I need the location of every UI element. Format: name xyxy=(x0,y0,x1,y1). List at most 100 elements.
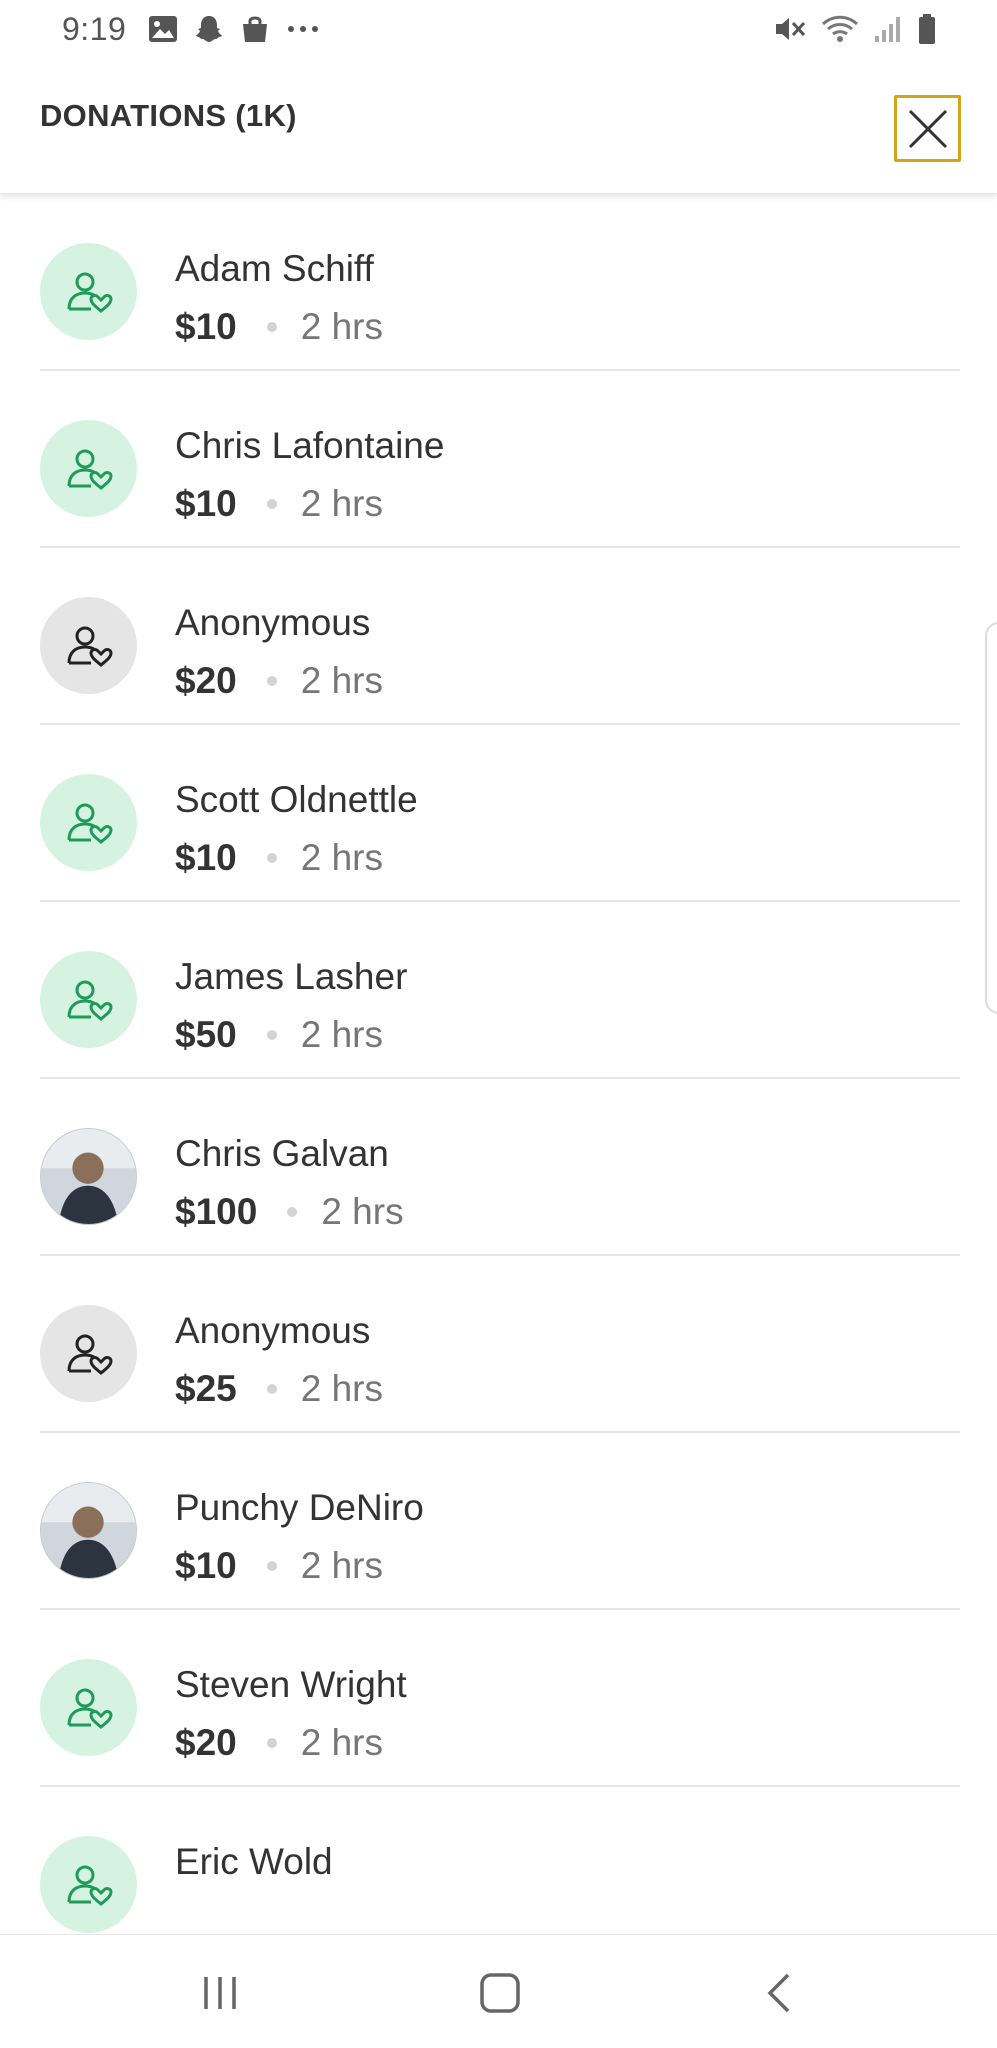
donation-meta: $10 2 hrs xyxy=(175,1545,383,1587)
donations-list[interactable]: $412 hrs Adam Schiff$102 hrs Chris Lafon… xyxy=(0,194,997,1934)
profile-photo-icon xyxy=(41,1129,136,1224)
donation-row[interactable]: Anonymous $25 2 hrs xyxy=(40,1256,960,1433)
recent-apps-icon xyxy=(204,1977,236,2009)
donor-name: James Lasher xyxy=(175,956,408,997)
shopping-bag-icon xyxy=(243,16,268,42)
donor-avatar xyxy=(40,243,137,340)
donation-meta: $20 2 hrs xyxy=(175,1722,383,1764)
donation-meta: $20 2 hrs xyxy=(175,660,383,702)
system-status-icons xyxy=(773,13,937,45)
donor-heart-icon xyxy=(67,1865,113,1906)
donation-row[interactable]: James Lasher $50 2 hrs xyxy=(40,902,960,1079)
donation-time: 2 hrs xyxy=(300,1545,383,1586)
status-bar: 9:19 xyxy=(0,0,997,58)
donor-avatar xyxy=(40,774,137,871)
donor-avatar xyxy=(40,1659,137,1756)
donation-amount: $25 xyxy=(175,1368,237,1409)
donor-name: Anonymous xyxy=(175,1310,371,1351)
signal-icon xyxy=(875,17,900,42)
donation-time: 2 hrs xyxy=(300,1722,383,1763)
donor-avatar xyxy=(40,1305,137,1402)
donor-photo-avatar xyxy=(40,1482,137,1579)
donation-row[interactable]: Chris Lafontaine $10 2 hrs xyxy=(40,371,960,548)
separator-dot xyxy=(266,676,277,686)
donation-amount: $20 xyxy=(175,1722,237,1763)
donor-name: Punchy DeNiro xyxy=(175,1487,424,1528)
donor-heart-icon xyxy=(67,1334,113,1375)
mute-icon xyxy=(776,18,806,40)
wifi-icon xyxy=(821,15,859,42)
close-icon xyxy=(908,109,947,148)
donation-row[interactable]: Anonymous $20 2 hrs xyxy=(40,548,960,725)
donor-avatar xyxy=(40,420,137,517)
donation-meta: $100 2 hrs xyxy=(175,1191,404,1233)
donation-time: 2 hrs xyxy=(300,306,383,347)
donation-meta: $10 2 hrs xyxy=(175,837,383,879)
page-title: DONATIONS (1K) xyxy=(40,98,297,133)
donation-amount: $10 xyxy=(175,483,237,524)
separator-dot xyxy=(266,322,277,332)
donation-meta: $50 2 hrs xyxy=(175,1014,383,1056)
donor-avatar xyxy=(40,1836,137,1933)
battery-icon xyxy=(919,14,935,44)
donation-row[interactable]: Adam Schiff $10 2 hrs xyxy=(40,194,960,371)
donor-name: Chris Galvan xyxy=(175,1133,389,1174)
snapchat-icon xyxy=(196,16,223,42)
navigation-bar xyxy=(0,1934,997,2048)
home-icon xyxy=(480,1973,520,2013)
separator-dot xyxy=(287,1207,298,1217)
donor-heart-icon xyxy=(67,803,113,844)
donation-amount: $100 xyxy=(175,1191,258,1232)
back-icon xyxy=(767,1973,790,2013)
donations-header: DONATIONS (1K) xyxy=(0,58,997,194)
donor-heart-icon xyxy=(67,626,113,667)
donor-name: Anonymous xyxy=(175,602,371,643)
separator-dot xyxy=(266,1030,277,1040)
donation-row[interactable]: Scott Oldnettle $10 2 hrs xyxy=(40,725,960,902)
donation-meta: $10 2 hrs xyxy=(175,483,383,525)
donation-time: 2 hrs xyxy=(321,1191,404,1232)
donation-row[interactable]: Chris Galvan $100 2 hrs xyxy=(40,1079,960,1256)
home-button[interactable] xyxy=(460,1963,540,2023)
donation-amount: $20 xyxy=(175,660,237,701)
donor-name: Adam Schiff xyxy=(175,248,374,289)
profile-photo-icon xyxy=(41,1483,136,1578)
donation-amount: $50 xyxy=(175,1014,237,1055)
donation-time: 2 hrs xyxy=(300,1368,383,1409)
donations-screen: 9:19 DONATIONS (1K) Adam Schiff $10 2 hr… xyxy=(0,0,997,2048)
separator-dot xyxy=(266,1384,277,1394)
status-time: 9:19 xyxy=(62,10,127,47)
donor-heart-icon xyxy=(67,1688,113,1729)
donor-name: Steven Wright xyxy=(175,1664,407,1705)
donation-time: 2 hrs xyxy=(300,837,383,878)
donation-time: 2 hrs xyxy=(300,660,383,701)
donation-time: 2 hrs xyxy=(300,483,383,524)
more-icon xyxy=(288,26,319,32)
donor-photo-avatar xyxy=(40,1128,137,1225)
donations-list-inner: $412 hrs Adam Schiff$102 hrs Chris Lafon… xyxy=(0,194,997,1934)
donor-avatar xyxy=(40,597,137,694)
notification-icons xyxy=(148,14,320,44)
back-button[interactable] xyxy=(740,1963,820,2023)
close-button[interactable] xyxy=(894,95,961,162)
donor-name: Eric Wold xyxy=(175,1841,333,1882)
separator-dot xyxy=(266,499,277,509)
donor-name: Scott Oldnettle xyxy=(175,779,418,820)
donor-avatar xyxy=(40,951,137,1048)
donor-heart-icon xyxy=(67,272,113,313)
donor-heart-icon xyxy=(67,449,113,490)
donation-meta: $10 2 hrs xyxy=(175,306,383,348)
recent-apps-button[interactable] xyxy=(180,1963,260,2023)
scroll-handle[interactable] xyxy=(985,622,997,1014)
separator-dot xyxy=(266,1738,277,1748)
donation-row[interactable]: Steven Wright $20 2 hrs xyxy=(40,1610,960,1787)
donation-row[interactable]: Eric Wold xyxy=(40,1787,960,1934)
donation-time: 2 hrs xyxy=(300,1014,383,1055)
donation-row[interactable]: Punchy DeNiro $10 2 hrs xyxy=(40,1433,960,1610)
donation-amount: $10 xyxy=(175,1545,237,1586)
separator-dot xyxy=(266,853,277,863)
donation-amount: $10 xyxy=(175,837,237,878)
donor-heart-icon xyxy=(67,980,113,1021)
gallery-icon xyxy=(149,16,178,42)
donor-name: Chris Lafontaine xyxy=(175,425,445,466)
